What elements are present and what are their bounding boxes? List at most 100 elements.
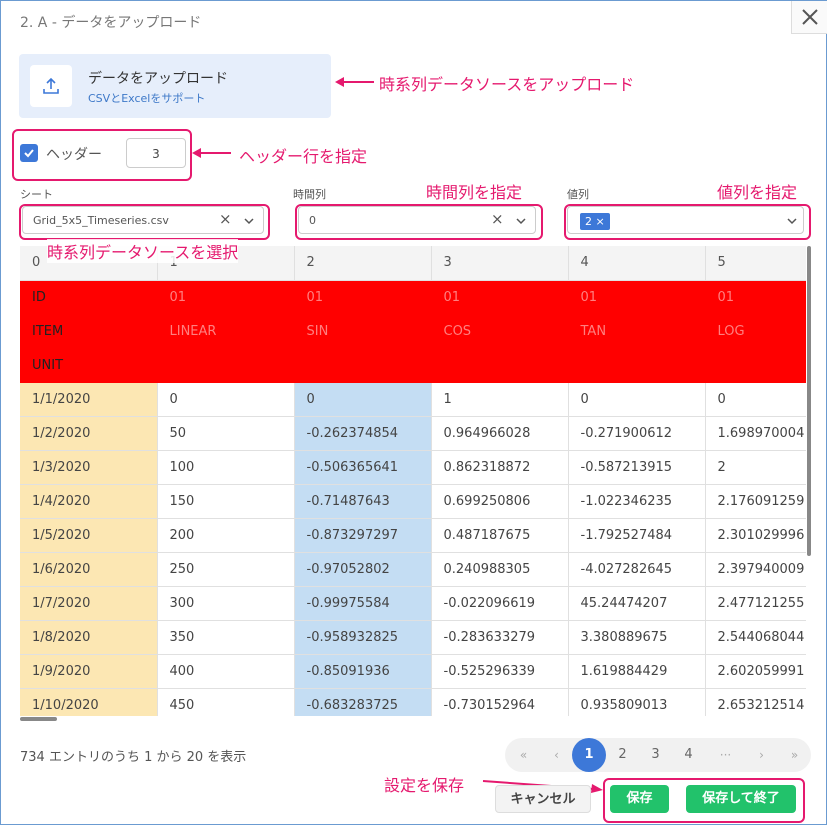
table-cell[interactable]: 3.380889675 [568, 620, 706, 655]
table-cell[interactable]: 50 [157, 416, 295, 451]
header-checkbox[interactable] [20, 144, 38, 162]
table-cell[interactable]: -0.730152964 [431, 688, 569, 716]
table-cell[interactable]: 01 [157, 280, 295, 315]
table-cell[interactable] [157, 348, 295, 383]
close-button[interactable] [791, 1, 827, 34]
table-cell[interactable]: -0.97052802 [294, 552, 432, 587]
table-cell[interactable]: 150 [157, 484, 295, 519]
clear-icon[interactable]: × [219, 210, 232, 228]
table-cell[interactable]: -1.792527484 [568, 518, 706, 553]
table-cell[interactable]: 2.397940009 [705, 552, 806, 587]
table-cell[interactable]: 0 [157, 382, 295, 417]
chevron-down-icon[interactable] [786, 215, 798, 227]
table-cell[interactable]: 200 [157, 518, 295, 553]
table-cell[interactable] [568, 348, 706, 383]
table-cell[interactable]: 2.477121255 [705, 586, 806, 621]
table-cell[interactable]: -4.027282645 [568, 552, 706, 587]
sheet-select[interactable]: Grid_5x5_Timeseries.csv × [22, 206, 264, 234]
table-cell[interactable]: -0.873297297 [294, 518, 432, 553]
table-cell[interactable]: 1/9/2020 [20, 654, 158, 689]
page-button-1[interactable]: 1 [572, 738, 606, 772]
table-cell[interactable]: -0.683283725 [294, 688, 432, 716]
page-button-3[interactable]: 3 [639, 738, 672, 772]
table-cell[interactable]: UNIT [20, 348, 158, 383]
table-cell[interactable]: 2 [294, 246, 432, 281]
table-cell[interactable]: 0.862318872 [431, 450, 569, 485]
table-cell[interactable]: 1/1/2020 [20, 382, 158, 417]
table-cell[interactable]: 1/8/2020 [20, 620, 158, 655]
header-row-input[interactable]: 3 [126, 138, 186, 168]
table-cell[interactable] [705, 348, 806, 383]
first-page-button[interactable]: « [507, 738, 540, 772]
table-cell[interactable]: 1.619884429 [568, 654, 706, 689]
table-cell[interactable]: -0.71487643 [294, 484, 432, 519]
table-cell[interactable]: LOG [705, 314, 806, 349]
table-cell[interactable]: 4 [568, 246, 706, 281]
table-cell[interactable]: 0.699250806 [431, 484, 569, 519]
table-cell[interactable]: 5 [705, 246, 806, 281]
table-cell[interactable]: 0 [294, 382, 432, 417]
table-cell[interactable]: 3 [431, 246, 569, 281]
table-cell[interactable]: LINEAR [157, 314, 295, 349]
table-cell[interactable]: 450 [157, 688, 295, 716]
cancel-button[interactable]: キャンセル [495, 785, 591, 813]
table-cell[interactable]: -1.022346235 [568, 484, 706, 519]
table-cell[interactable]: 1/6/2020 [20, 552, 158, 587]
table-cell[interactable]: 1/3/2020 [20, 450, 158, 485]
table-cell[interactable]: 1 [431, 382, 569, 417]
table-cell[interactable]: 1/4/2020 [20, 484, 158, 519]
table-cell[interactable]: 2.602059991 [705, 654, 806, 689]
table-cell[interactable]: 01 [568, 280, 706, 315]
next-page-button[interactable]: › [745, 738, 778, 772]
table-cell[interactable]: 2.653212514 [705, 688, 806, 716]
table-cell[interactable]: -0.99975584 [294, 586, 432, 621]
save-and-close-button[interactable]: 保存して終了 [686, 785, 796, 813]
table-cell[interactable]: -0.262374854 [294, 416, 432, 451]
prev-page-button[interactable]: ‹ [540, 738, 573, 772]
table-cell[interactable]: COS [431, 314, 569, 349]
chevron-down-icon[interactable] [243, 215, 255, 227]
table-cell[interactable]: 0.935809013 [568, 688, 706, 716]
table-cell[interactable]: 100 [157, 450, 295, 485]
table-cell[interactable]: 1/2/2020 [20, 416, 158, 451]
save-button[interactable]: 保存 [610, 785, 669, 813]
table-cell[interactable]: 2.301029996 [705, 518, 806, 553]
table-cell[interactable]: -0.271900612 [568, 416, 706, 451]
table-cell[interactable]: -0.506365641 [294, 450, 432, 485]
table-cell[interactable]: SIN [294, 314, 432, 349]
table-cell[interactable] [294, 348, 432, 383]
table-cell[interactable]: TAN [568, 314, 706, 349]
page-button-2[interactable]: 2 [606, 738, 639, 772]
table-cell[interactable]: 0.240988305 [431, 552, 569, 587]
table-cell[interactable]: 1/7/2020 [20, 586, 158, 621]
table-cell[interactable]: -0.022096619 [431, 586, 569, 621]
table-cell[interactable]: 01 [705, 280, 806, 315]
table-cell[interactable]: 1/5/2020 [20, 518, 158, 553]
table-cell[interactable]: -0.958932825 [294, 620, 432, 655]
table-cell[interactable]: 250 [157, 552, 295, 587]
vertical-scrollbar[interactable] [807, 246, 811, 556]
table-cell[interactable] [431, 348, 569, 383]
table-cell[interactable]: ID [20, 280, 158, 315]
horizontal-scrollbar[interactable] [20, 717, 57, 721]
table-cell[interactable]: 350 [157, 620, 295, 655]
value-column-select[interactable]: 2 × [567, 206, 804, 234]
table-cell[interactable]: 1/10/2020 [20, 688, 158, 716]
table-cell[interactable]: -0.525296339 [431, 654, 569, 689]
table-cell[interactable]: -0.85091936 [294, 654, 432, 689]
value-column-tag[interactable]: 2 × [580, 213, 610, 230]
table-cell[interactable]: 2.544068044 [705, 620, 806, 655]
table-cell[interactable]: 45.24474207 [568, 586, 706, 621]
table-cell[interactable]: 0 [705, 382, 806, 417]
time-column-select[interactable]: 0 × [298, 206, 536, 234]
table-cell[interactable]: 01 [431, 280, 569, 315]
table-cell[interactable]: ITEM [20, 314, 158, 349]
table-cell[interactable]: 1.698970004 [705, 416, 806, 451]
table-cell[interactable]: 0.487187675 [431, 518, 569, 553]
table-cell[interactable]: -0.283633279 [431, 620, 569, 655]
page-button-4[interactable]: 4 [672, 738, 705, 772]
clear-icon[interactable]: × [491, 210, 504, 228]
table-cell[interactable]: 400 [157, 654, 295, 689]
table-cell[interactable]: -0.587213915 [568, 450, 706, 485]
table-cell[interactable]: 01 [294, 280, 432, 315]
